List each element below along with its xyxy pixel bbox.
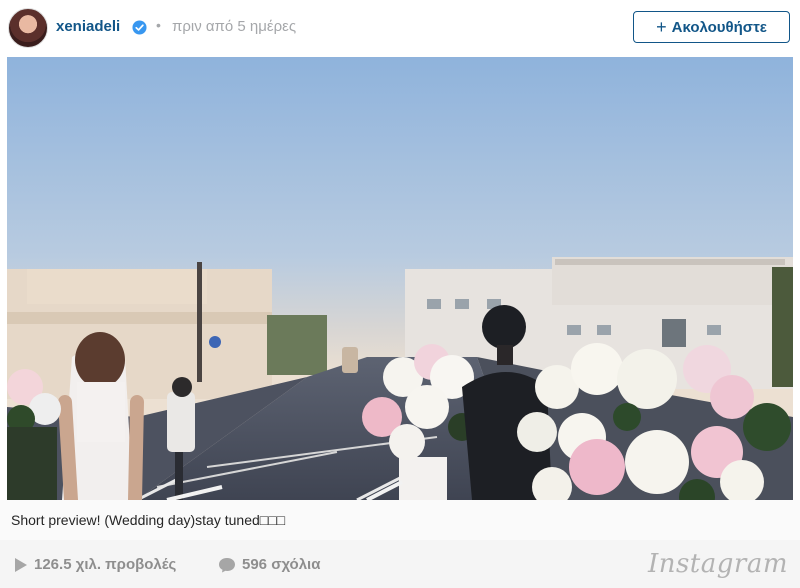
- follow-label: Ακολουθήστε: [671, 18, 767, 36]
- post-header: xeniadeli • πριν από 5 ημέρες + Ακολουθή…: [0, 0, 800, 56]
- separator-dot: •: [156, 17, 161, 33]
- post-timestamp[interactable]: πριν από 5 ημέρες: [172, 18, 296, 35]
- post-caption: Short preview! (Wedding day)stay tuned□□…: [11, 512, 286, 528]
- views-label: 126.5 χιλ. προβολές: [34, 556, 177, 573]
- comments-label: 596 σχόλια: [242, 556, 321, 573]
- comment-bubble-icon: [219, 557, 235, 572]
- follow-button[interactable]: + Ακολουθήστε: [633, 11, 790, 43]
- video-frame-image: [7, 57, 793, 500]
- avatar[interactable]: [8, 8, 48, 48]
- comments-count[interactable]: 596 σχόλια: [218, 556, 320, 573]
- play-icon: [15, 557, 27, 572]
- plus-icon: +: [656, 17, 667, 37]
- video-player[interactable]: [7, 57, 793, 500]
- username-link[interactable]: xeniadeli: [56, 18, 120, 35]
- instagram-logo[interactable]: Instagram: [648, 549, 788, 579]
- verified-badge-icon: [132, 20, 147, 35]
- views-count: 126.5 χιλ. προβολές: [14, 556, 176, 573]
